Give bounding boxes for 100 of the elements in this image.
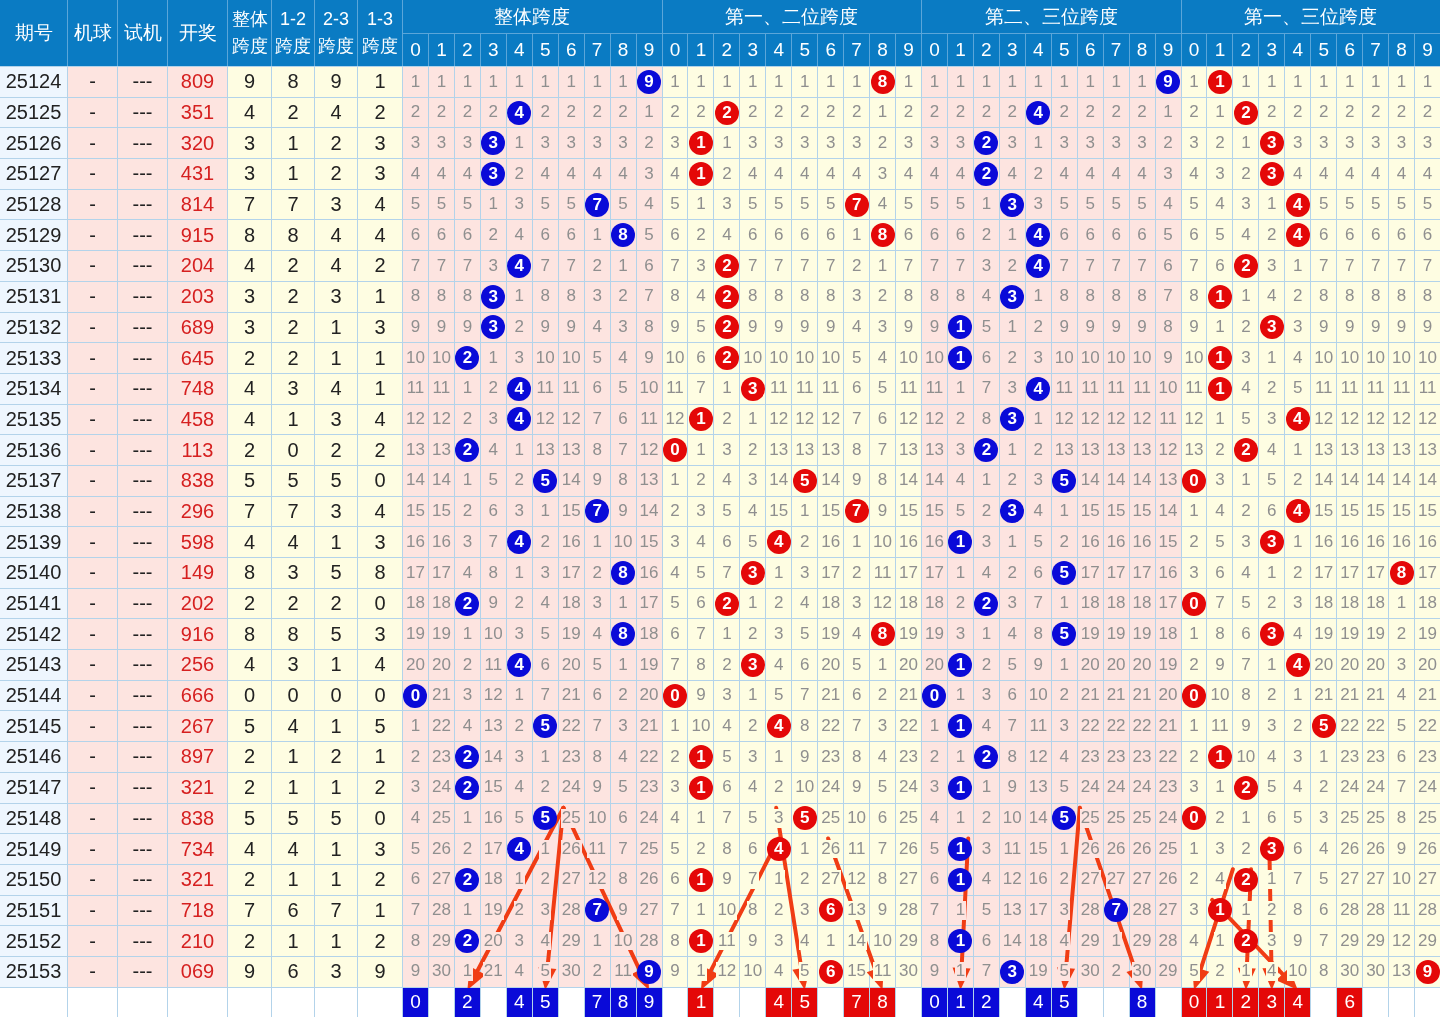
span-value: 1 bbox=[329, 867, 343, 893]
issue-number: 25146 bbox=[4, 744, 63, 770]
span-value: 8 bbox=[373, 560, 387, 586]
span-value: 4 bbox=[329, 222, 343, 248]
omission-count: 4 bbox=[1266, 962, 1278, 982]
digit-header: 0 bbox=[662, 34, 688, 66]
span-value: 2 bbox=[242, 775, 257, 801]
issue-number: 25140 bbox=[4, 560, 63, 586]
draw-number: 431 bbox=[179, 161, 216, 187]
span-value: 8 bbox=[286, 621, 300, 647]
digit-header: 6 bbox=[1077, 34, 1103, 66]
machine-ball-value: - bbox=[88, 560, 97, 586]
span-value: 2 bbox=[329, 744, 343, 770]
group-header: 第一、二位跨度 bbox=[662, 0, 921, 33]
digit-header: 9 bbox=[1415, 34, 1440, 66]
span-value: 5 bbox=[286, 468, 300, 494]
draw-number: 838 bbox=[179, 805, 216, 831]
machine-ball-value: - bbox=[88, 130, 97, 156]
digit-header: 7 bbox=[844, 34, 870, 66]
digit-header: 2 bbox=[973, 34, 999, 66]
digit-header: 9 bbox=[896, 34, 921, 66]
issue-number: 25141 bbox=[4, 591, 63, 617]
omission-count: 27 bbox=[1105, 870, 1127, 890]
span-value: 2 bbox=[373, 867, 387, 893]
draw-number: 915 bbox=[179, 222, 216, 248]
span-value: 1 bbox=[329, 928, 343, 954]
span-value: 4 bbox=[329, 376, 343, 402]
omission-count: 25 bbox=[560, 809, 582, 828]
digit-header: 0 bbox=[1181, 34, 1207, 66]
machine-ball-value: - bbox=[88, 775, 97, 801]
draw-number: 734 bbox=[179, 836, 216, 862]
machine-ball-value: - bbox=[88, 529, 97, 555]
digit-header: 8 bbox=[610, 34, 636, 66]
omission-count: 4 bbox=[1214, 870, 1226, 890]
trial-value: --- bbox=[131, 713, 154, 739]
span-value: 1 bbox=[329, 775, 343, 801]
trial-value: --- bbox=[131, 621, 154, 647]
span-value: 4 bbox=[329, 253, 343, 279]
machine-ball-value: - bbox=[88, 69, 97, 95]
span-value: 2 bbox=[373, 775, 387, 801]
digit-header: 8 bbox=[870, 34, 896, 66]
span-value: 0 bbox=[286, 437, 300, 463]
draw-number: 809 bbox=[179, 69, 216, 95]
trial-value: --- bbox=[131, 100, 154, 126]
machine-ball-value: - bbox=[88, 959, 97, 985]
draw-number: 320 bbox=[179, 130, 216, 156]
digit-header: 5 bbox=[532, 34, 558, 66]
column-header: 1-2跨度 bbox=[272, 0, 314, 66]
draw-number: 069 bbox=[179, 959, 216, 985]
span-value: 2 bbox=[373, 437, 387, 463]
draw-number: 351 bbox=[179, 100, 216, 126]
trial-value: --- bbox=[131, 867, 154, 893]
digit-header: 0 bbox=[403, 34, 428, 66]
draw-number: 838 bbox=[179, 468, 216, 494]
digit-header: 3 bbox=[480, 34, 506, 66]
span-value: 3 bbox=[329, 498, 343, 524]
pick-digit: 8 bbox=[870, 987, 896, 1017]
span-value: 9 bbox=[242, 69, 257, 95]
digit-header: 3 bbox=[999, 34, 1025, 66]
pick-digit: 4 bbox=[766, 987, 792, 1017]
machine-ball-value: - bbox=[88, 192, 97, 218]
span-value: 3 bbox=[373, 836, 387, 862]
column-header: 1-3跨度 bbox=[358, 0, 402, 66]
issue-number: 25133 bbox=[4, 345, 63, 371]
draw-number: 210 bbox=[179, 928, 216, 954]
span-value: 2 bbox=[286, 314, 300, 340]
digit-header: 5 bbox=[1051, 34, 1077, 66]
trial-value: --- bbox=[131, 836, 154, 862]
span-value: 4 bbox=[373, 406, 387, 432]
span-value: 5 bbox=[329, 805, 343, 831]
span-value: 4 bbox=[329, 100, 343, 126]
span-value: 3 bbox=[242, 161, 257, 187]
span-value: 5 bbox=[242, 468, 257, 494]
digit-header: 1 bbox=[428, 34, 454, 66]
pick-digit: 3 bbox=[1259, 987, 1285, 1017]
span-value: 8 bbox=[242, 222, 257, 248]
span-value: 5 bbox=[329, 468, 343, 494]
machine-ball-value: - bbox=[88, 713, 97, 739]
span-value: 3 bbox=[286, 652, 300, 678]
omission-count: 1 bbox=[539, 839, 551, 859]
machine-ball-value: - bbox=[88, 897, 97, 923]
span-value: 1 bbox=[373, 376, 387, 402]
span-value: 8 bbox=[286, 69, 300, 95]
machine-ball-value: - bbox=[88, 161, 97, 187]
draw-number: 748 bbox=[179, 376, 216, 402]
pick-digit: 7 bbox=[844, 987, 870, 1017]
span-value: 2 bbox=[373, 253, 387, 279]
digit-header: 1 bbox=[688, 34, 714, 66]
issue-number: 25134 bbox=[4, 376, 63, 402]
omission-count: 9 bbox=[617, 901, 629, 920]
span-value: 4 bbox=[242, 836, 257, 862]
span-value: 3 bbox=[373, 529, 387, 555]
digit-header: 9 bbox=[1155, 34, 1181, 66]
draw-number: 113 bbox=[180, 437, 215, 463]
span-value: 2 bbox=[286, 284, 300, 310]
issue-number: 25152 bbox=[4, 928, 63, 954]
trial-value: --- bbox=[131, 222, 154, 248]
group-header: 第二、三位跨度 bbox=[922, 0, 1181, 33]
span-value: 3 bbox=[329, 406, 343, 432]
trial-value: --- bbox=[131, 161, 154, 187]
